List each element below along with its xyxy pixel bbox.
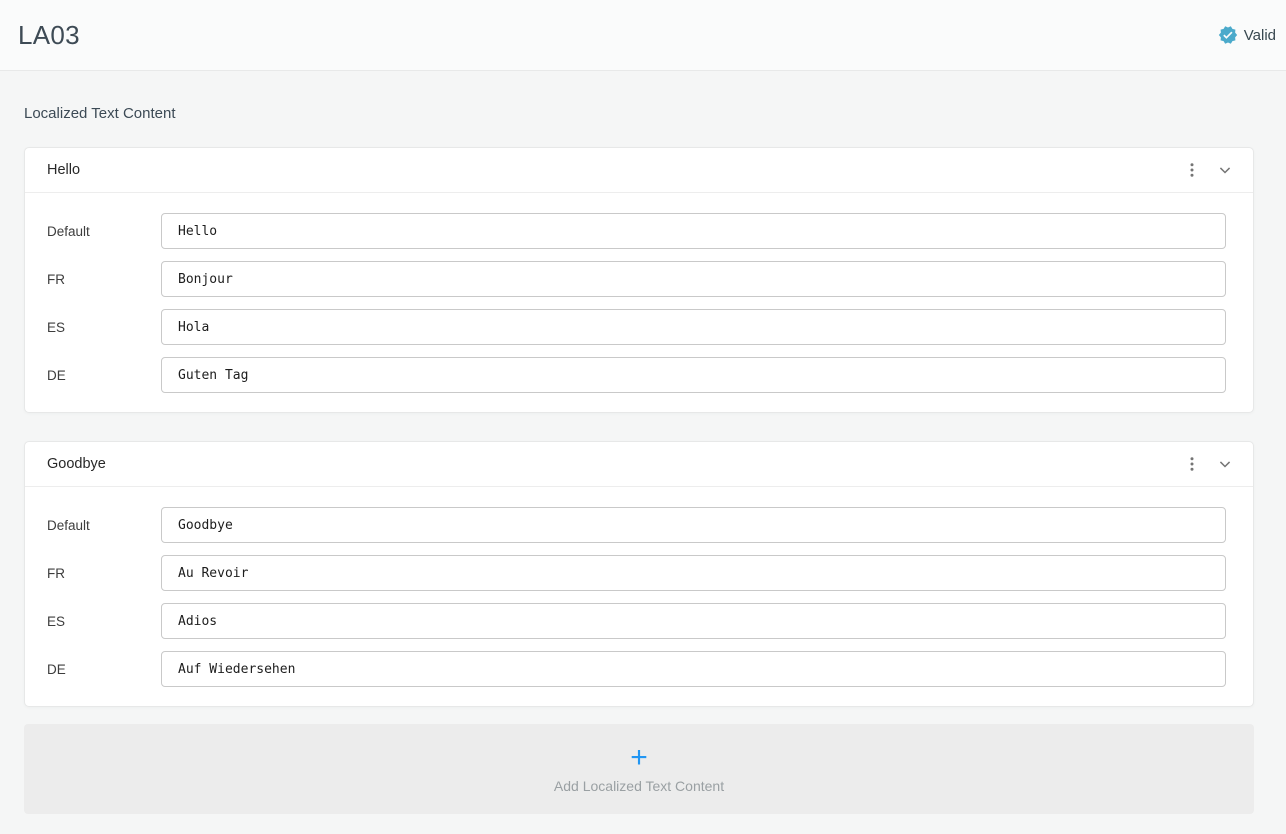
field-input[interactable]: [161, 357, 1226, 393]
plus-icon: +: [630, 745, 648, 771]
card-title: Goodbye: [47, 456, 106, 472]
field-row: DE: [47, 651, 1226, 687]
more-options-button[interactable]: [1177, 157, 1207, 183]
status-label: Valid: [1244, 27, 1276, 44]
card-actions: [1177, 156, 1241, 184]
localized-text-card: Hello Default FR ES: [24, 147, 1254, 413]
card-actions: [1177, 450, 1241, 478]
verified-badge-icon: [1218, 25, 1238, 45]
page-title: LA03: [18, 20, 80, 51]
field-row: Default: [47, 507, 1226, 543]
add-localized-text-content-button[interactable]: + Add Localized Text Content: [24, 724, 1254, 814]
kebab-menu-icon: [1183, 161, 1201, 179]
field-input[interactable]: [161, 555, 1226, 591]
field-row: Default: [47, 213, 1226, 249]
card-list: Hello Default FR ES: [24, 147, 1254, 707]
card-body: Default FR ES DE: [25, 193, 1253, 412]
card-header: Goodbye: [25, 442, 1253, 487]
localized-text-card: Goodbye Default FR ES: [24, 441, 1254, 707]
field-label: ES: [47, 614, 161, 629]
field-label: ES: [47, 320, 161, 335]
field-row: FR: [47, 555, 1226, 591]
chevron-down-icon: [1215, 454, 1235, 474]
add-button-label: Add Localized Text Content: [554, 778, 724, 794]
kebab-menu-icon: [1183, 455, 1201, 473]
field-input[interactable]: [161, 213, 1226, 249]
field-label: Default: [47, 224, 161, 239]
more-options-button[interactable]: [1177, 451, 1207, 477]
chevron-down-icon: [1215, 160, 1235, 180]
field-input[interactable]: [161, 507, 1226, 543]
field-input[interactable]: [161, 261, 1226, 297]
field-label: Default: [47, 518, 161, 533]
card-title: Hello: [47, 162, 80, 178]
page-header: LA03 Valid: [0, 0, 1286, 71]
field-label: DE: [47, 368, 161, 383]
field-label: FR: [47, 566, 161, 581]
field-input[interactable]: [161, 603, 1226, 639]
collapse-button[interactable]: [1209, 156, 1241, 184]
field-input[interactable]: [161, 309, 1226, 345]
collapse-button[interactable]: [1209, 450, 1241, 478]
card-header: Hello: [25, 148, 1253, 193]
main-content: Localized Text Content Hello Default: [0, 71, 1286, 834]
field-input[interactable]: [161, 651, 1226, 687]
field-row: DE: [47, 357, 1226, 393]
field-row: ES: [47, 603, 1226, 639]
field-label: DE: [47, 662, 161, 677]
field-label: FR: [47, 272, 161, 287]
section-title: Localized Text Content: [24, 105, 1254, 122]
field-row: FR: [47, 261, 1226, 297]
status-badge: Valid: [1218, 25, 1276, 45]
card-body: Default FR ES DE: [25, 487, 1253, 706]
field-row: ES: [47, 309, 1226, 345]
